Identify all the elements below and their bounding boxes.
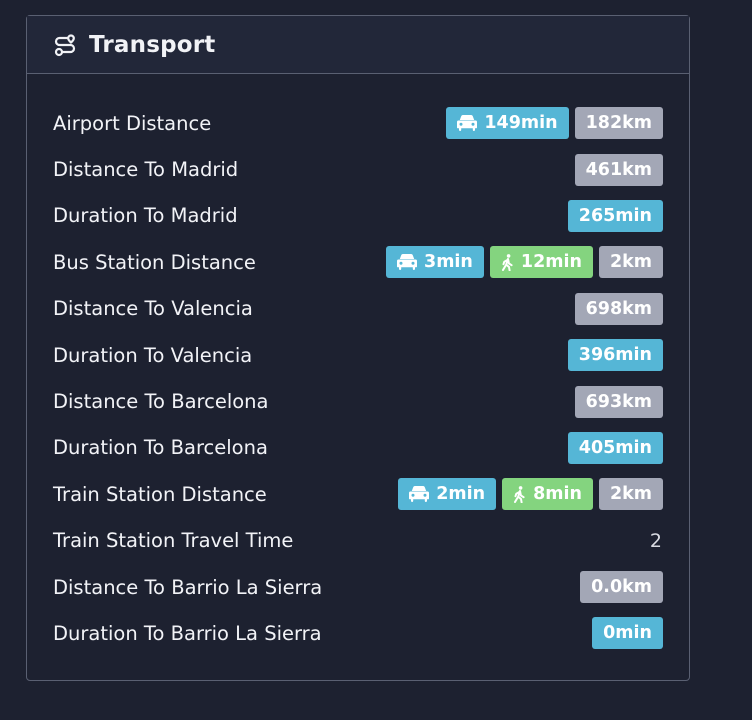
walk-time-value: 8min (533, 484, 582, 505)
row-train-station-distance: Train Station Distance 2min 8min 2km (53, 471, 663, 517)
distance-badge: 182km (574, 107, 663, 140)
row-label: Distance To Valencia (53, 297, 253, 321)
distance-badge: 698km (574, 292, 663, 325)
panel-header: Transport (27, 16, 689, 74)
row-label: Airport Distance (53, 111, 212, 135)
row-badges: 396min (567, 339, 663, 372)
walk-time-badge: 8min (502, 478, 593, 511)
car-time-badge: 149min (446, 107, 569, 140)
row-distance-to-barrio-la-sierra: Distance To Barrio La Sierra 0.0km (53, 564, 663, 610)
distance-badge: 693km (574, 385, 663, 418)
row-label: Distance To Barrio La Sierra (53, 575, 323, 599)
duration-badge: 396min (567, 339, 663, 372)
row-duration-to-barcelona: Duration To Barcelona 405min (53, 425, 663, 471)
row-label: Duration To Barcelona (53, 436, 268, 460)
duration-badge: 405min (567, 431, 663, 464)
duration-badge: 0min (592, 617, 663, 650)
row-badges: 0.0km (580, 571, 663, 604)
walking-icon (513, 485, 526, 503)
car-time-value: 149min (484, 113, 558, 134)
car-icon (457, 115, 478, 132)
row-badges: 461km (574, 153, 663, 186)
row-label: Train Station Distance (53, 482, 267, 506)
walking-icon (501, 253, 514, 271)
row-label: Distance To Madrid (53, 158, 239, 182)
row-badges: 265min (567, 199, 663, 232)
panel-title: Transport (89, 31, 216, 58)
row-distance-to-barcelona: Distance To Barcelona 693km (53, 378, 663, 424)
car-time-badge: 2min (398, 478, 497, 511)
distance-badge: 2km (598, 246, 663, 279)
route-icon (53, 33, 77, 57)
row-badges: 2min 8min 2km (398, 478, 663, 511)
row-label: Duration To Barrio La Sierra (53, 621, 322, 645)
duration-badge: 265min (567, 199, 663, 232)
row-label: Duration To Madrid (53, 204, 238, 228)
row-duration-to-valencia: Duration To Valencia 396min (53, 332, 663, 378)
row-train-station-travel-time: Train Station Travel Time 2 (53, 518, 663, 564)
distance-badge: 461km (574, 153, 663, 186)
row-duration-to-barrio-la-sierra: Duration To Barrio La Sierra 0min (53, 610, 663, 656)
travel-time-value: 2 (649, 529, 662, 552)
row-label: Duration To Valencia (53, 343, 253, 367)
row-distance-to-madrid: Distance To Madrid 461km (53, 146, 663, 192)
row-airport-distance: Airport Distance 149min 182km (53, 100, 663, 146)
transport-panel: Transport Airport Distance 149min 182km … (26, 15, 690, 681)
row-label: Distance To Barcelona (53, 390, 269, 414)
car-icon (397, 254, 418, 271)
row-badges: 3min 12min 2km (386, 246, 663, 279)
walk-time-badge: 12min (489, 246, 593, 279)
car-icon (409, 486, 430, 503)
transport-rows: Airport Distance 149min 182km Distance T… (53, 100, 663, 657)
distance-badge: 2km (598, 478, 663, 511)
row-bus-station-distance: Bus Station Distance 3min 12min 2km (53, 239, 663, 285)
row-duration-to-madrid: Duration To Madrid 265min (53, 193, 663, 239)
row-badges: 149min 182km (446, 107, 663, 140)
car-time-value: 3min (424, 252, 473, 273)
distance-badge: 0.0km (580, 571, 663, 604)
row-badges: 698km (574, 292, 663, 325)
row-badges: 693km (574, 385, 663, 418)
car-time-value: 2min (436, 484, 486, 505)
row-label: Train Station Travel Time (53, 529, 294, 553)
car-time-badge: 3min (386, 246, 484, 279)
walk-time-value: 12min (520, 252, 582, 273)
row-badges: 0min (592, 617, 663, 650)
row-badges: 405min (567, 431, 663, 464)
row-label: Bus Station Distance (53, 250, 256, 274)
row-distance-to-valencia: Distance To Valencia 698km (53, 286, 663, 332)
